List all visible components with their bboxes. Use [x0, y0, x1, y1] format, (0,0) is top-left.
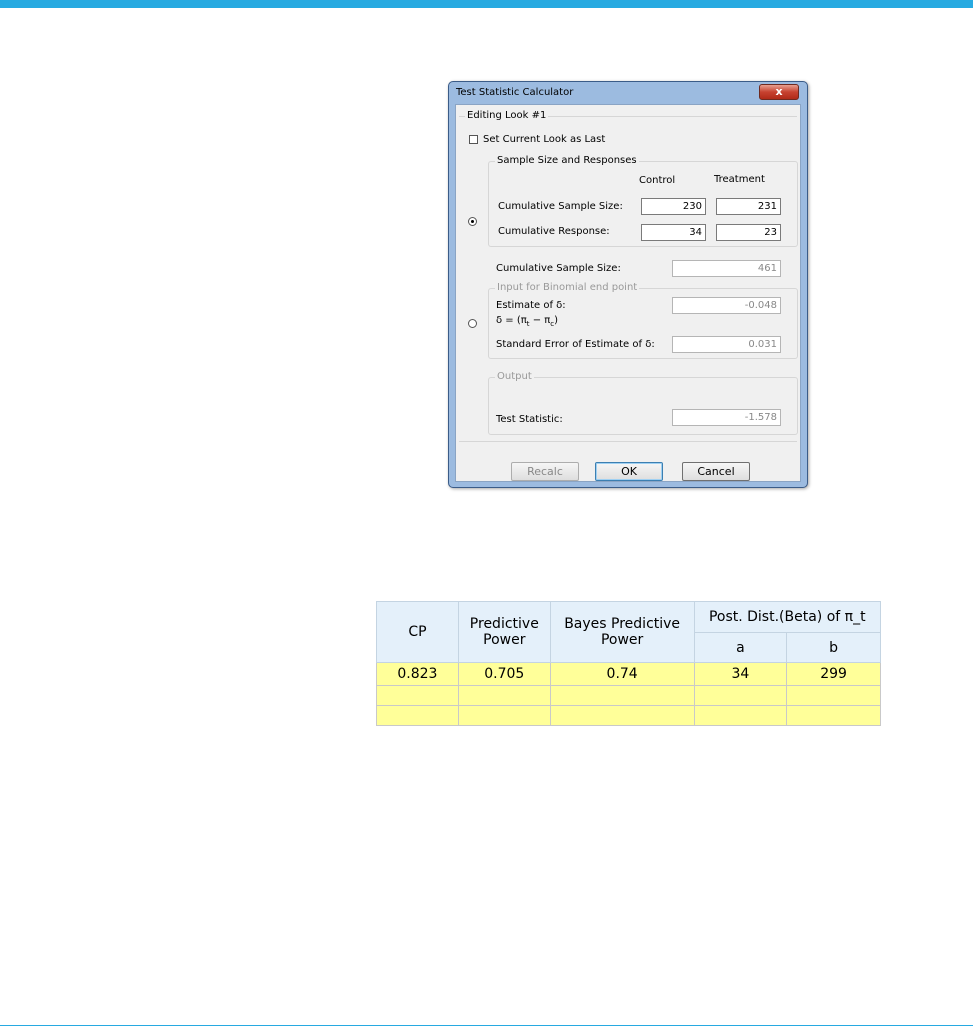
table-cell[interactable] [786, 705, 881, 726]
sample-size-radio[interactable] [468, 217, 477, 226]
delta-def-mid: − π [529, 315, 551, 326]
control-column-header: Control [639, 175, 676, 186]
sample-size-group-title: Sample Size and Responses [495, 155, 639, 166]
output-group-title: Output [495, 371, 534, 382]
test-statistic-calculator-dialog: Test Statistic Calculator x Editing Look… [448, 81, 808, 488]
table-cell[interactable] [376, 705, 459, 726]
dialog-titlebar[interactable]: Test Statistic Calculator x [449, 82, 807, 104]
cumulative-sample-size-label: Cumulative Sample Size: [498, 201, 623, 212]
control-response-input[interactable]: 34 [641, 224, 706, 241]
set-last-label: Set Current Look as Last [483, 134, 606, 145]
bottom-rule [0, 1025, 973, 1026]
cancel-button[interactable]: Cancel [682, 462, 750, 481]
header-predictive-power: Predictive Power [457, 601, 551, 663]
recalc-button[interactable]: Recalc [511, 462, 579, 481]
table-cell[interactable] [549, 705, 695, 726]
close-icon: x [775, 85, 783, 98]
ok-button[interactable]: OK [595, 462, 663, 481]
binomial-group-title: Input for Binomial end point [495, 282, 640, 293]
header-b: b [786, 632, 881, 663]
standard-error-label: Standard Error of Estimate of δ: [496, 339, 655, 350]
treatment-sample-size-input[interactable]: 231 [716, 198, 781, 215]
dialog-client-area: Editing Look #1 Set Current Look as Last… [455, 104, 801, 482]
set-last-checkbox[interactable] [469, 135, 478, 144]
delta-def-prefix: δ = (π [496, 315, 527, 326]
estimate-delta-field: -0.048 [672, 297, 781, 314]
table-cell[interactable]: 0.823 [376, 662, 459, 686]
total-sample-size-field: 461 [672, 260, 781, 277]
table-cell[interactable] [693, 685, 788, 706]
button-separator [459, 441, 797, 442]
header-bayes-predictive-power: Bayes Predictive Power [549, 601, 695, 663]
table-cell[interactable] [376, 685, 459, 706]
table-cell[interactable]: 34 [693, 662, 788, 686]
test-statistic-label: Test Statistic: [496, 414, 563, 425]
table-cell[interactable]: 0.705 [457, 662, 551, 686]
close-button[interactable]: x [759, 84, 799, 100]
header-a: a [693, 632, 788, 663]
results-table: CP Predictive Power Bayes Predictive Pow… [376, 601, 881, 726]
cumulative-response-label: Cumulative Response: [498, 226, 610, 237]
editing-look-title: Editing Look #1 [465, 110, 549, 121]
binomial-input-radio[interactable] [468, 319, 477, 328]
output-group: Output [488, 371, 798, 435]
top-accent-bar [0, 0, 973, 8]
estimate-delta-label: Estimate of δ: [496, 300, 566, 311]
test-statistic-field: -1.578 [672, 409, 781, 426]
table-row [376, 685, 881, 706]
treatment-column-header: Treatment [714, 174, 765, 185]
control-sample-size-input[interactable]: 230 [641, 198, 706, 215]
header-cp: CP [376, 601, 459, 663]
table-cell[interactable]: 0.74 [549, 662, 695, 686]
delta-def-suffix: ) [554, 315, 559, 326]
total-sample-size-label: Cumulative Sample Size: [496, 263, 621, 274]
header-post-dist: Post. Dist.(Beta) of π_t [693, 601, 881, 633]
table-cell[interactable] [457, 685, 551, 706]
table-cell[interactable] [693, 705, 788, 726]
table-cell[interactable] [549, 685, 695, 706]
table-cell[interactable]: 299 [786, 662, 881, 686]
delta-definition: δ = (πt − πc) [496, 315, 558, 328]
table-cell[interactable] [457, 705, 551, 726]
table-row: 0.823 0.705 0.74 34 299 [376, 662, 881, 686]
table-cell[interactable] [786, 685, 881, 706]
dialog-title: Test Statistic Calculator [456, 87, 574, 98]
table-row [376, 705, 881, 726]
standard-error-field: 0.031 [672, 336, 781, 353]
treatment-response-input[interactable]: 23 [716, 224, 781, 241]
